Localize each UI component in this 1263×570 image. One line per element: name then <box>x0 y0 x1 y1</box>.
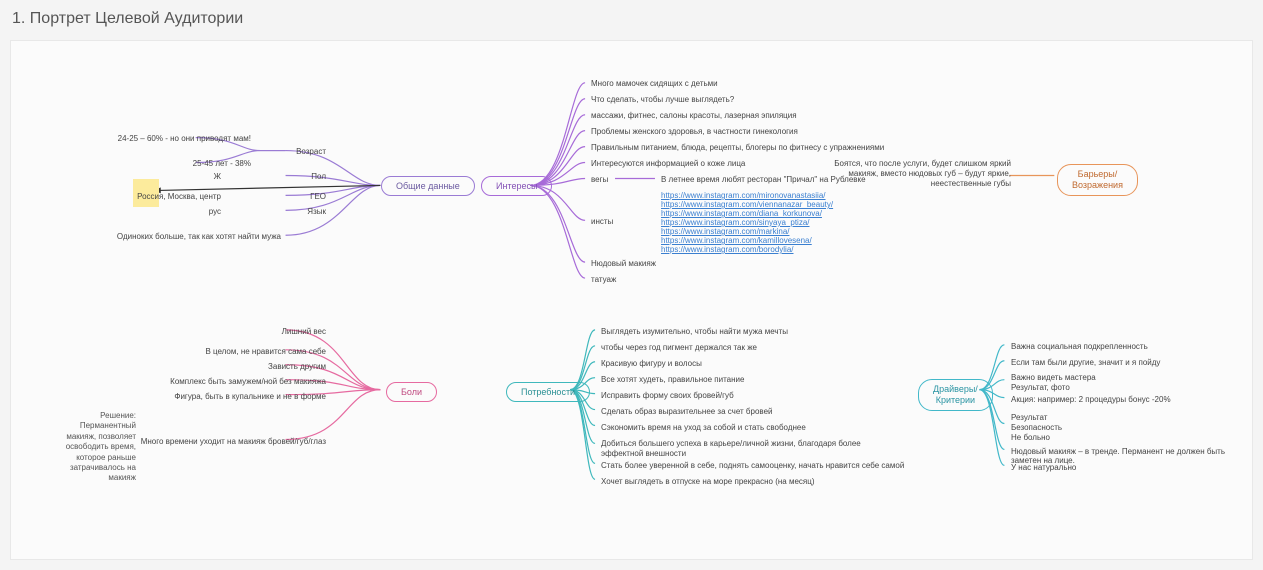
branch-age: Возраст <box>236 147 326 156</box>
link-5[interactable]: https://www.instagram.com/kamillovesena/ <box>661 236 812 245</box>
int-1: Что сделать, чтобы лучше выглядеть? <box>591 95 734 104</box>
need-6: Сэкономить время на уход за собой и стат… <box>601 423 806 432</box>
int-4: Правильным питанием, блюда, рецепты, бло… <box>591 143 884 152</box>
drv-1: Если там были другие, значит и я пойду <box>1011 358 1160 367</box>
pain-3: Комплекс быть замужем/ной без макияжа <box>111 377 326 386</box>
need-2: Красивую фигуру и волосы <box>601 359 702 368</box>
sex-val: Ж <box>71 172 221 181</box>
branch-lang: Язык <box>236 207 326 216</box>
int-7: инсты <box>591 217 613 226</box>
int-0: Много мамочек сидящих с детьми <box>591 79 718 88</box>
need-9: Хочет выглядеть в отпуске на море прекра… <box>601 477 814 486</box>
age-1: 24-25 – 60% - но они приводят мам! <box>41 134 251 143</box>
mindmap-canvas: Общие данные Интересы Барьеры/Возражения… <box>10 40 1253 560</box>
need-5: Сделать образ выразительнее за счет бров… <box>601 407 772 416</box>
node-interests[interactable]: Интересы <box>481 176 552 196</box>
pain-1: В целом, не нравится сама себе <box>111 347 326 356</box>
link-1[interactable]: https://www.instagram.com/viennanazar_be… <box>661 200 833 209</box>
drv-0: Важна социальная подкрепленность <box>1011 342 1148 351</box>
link-6[interactable]: https://www.instagram.com/borodylia/ <box>661 245 794 254</box>
pain-solution: Решение: Перманентный макияж, позволяет … <box>51 411 136 484</box>
int-9: татуаж <box>591 275 616 284</box>
pain-5: Много времени уходит на макияж бровей/гу… <box>111 437 326 446</box>
node-needs[interactable]: Потребности <box>506 382 590 402</box>
int-6: вегы <box>591 175 608 184</box>
branch-geo: ГЕО <box>236 192 326 201</box>
node-general-data[interactable]: Общие данные <box>381 176 475 196</box>
node-barriers[interactable]: Барьеры/Возражения <box>1057 164 1138 196</box>
link-0[interactable]: https://www.instagram.com/mironovanastas… <box>661 191 826 200</box>
link-2[interactable]: https://www.instagram.com/diana_korkunov… <box>661 209 822 218</box>
pain-2: Зависть другим <box>111 362 326 371</box>
lang-val: рус <box>71 207 221 216</box>
int-5: Интересуются информацией о коже лица <box>591 159 745 168</box>
geo-val: Россия, Москва, центр <box>71 192 221 201</box>
need-4: Исправить форму своих бровей/губ <box>601 391 734 400</box>
age-2: 25-45 лет - 38% <box>41 159 251 168</box>
pain-4: Фигура, быть в купальнике и не в форме <box>111 392 326 401</box>
int-2: массажи, фитнес, салоны красоты, лазерна… <box>591 111 797 120</box>
pain-0: Лишний вес <box>111 327 326 336</box>
need-7: Добиться большего успеха в карьере/лично… <box>601 439 861 458</box>
node-drivers[interactable]: Драйверы/Критерии <box>918 379 993 411</box>
need-8: Стать более уверенной в себе, поднять са… <box>601 461 904 470</box>
need-3: Все хотят худеть, правильное питание <box>601 375 744 384</box>
branch-sex: Пол <box>236 172 326 181</box>
link-3[interactable]: https://www.instagram.com/sinyaya_ptiza/ <box>661 218 810 227</box>
link-4[interactable]: https://www.instagram.com/markina/ <box>661 227 789 236</box>
drv-6: У нас натурально <box>1011 463 1076 472</box>
branch-single: Одиноких больше, так как хотят найти муж… <box>61 232 281 241</box>
need-1: чтобы через год пигмент держался так же <box>601 343 757 352</box>
drv-3: Акция: например: 2 процедуры бонус -20% <box>1011 395 1171 404</box>
int-8: Нюдовый макияж <box>591 259 656 268</box>
drv-4: РезультатБезопасностьНе больно <box>1011 413 1131 443</box>
page-title: 1. Портрет Целевой Аудитории <box>0 0 1263 28</box>
node-pain[interactable]: Боли <box>386 382 437 402</box>
need-0: Выглядеть изумительно, чтобы найти мужа … <box>601 327 788 336</box>
drv-2: Важно видеть мастераРезультат, фото <box>1011 373 1191 393</box>
barrier-0: Боятся, что после услуги, будет слишком … <box>831 159 1011 189</box>
int-3: Проблемы женского здоровья, в частности … <box>591 127 798 136</box>
